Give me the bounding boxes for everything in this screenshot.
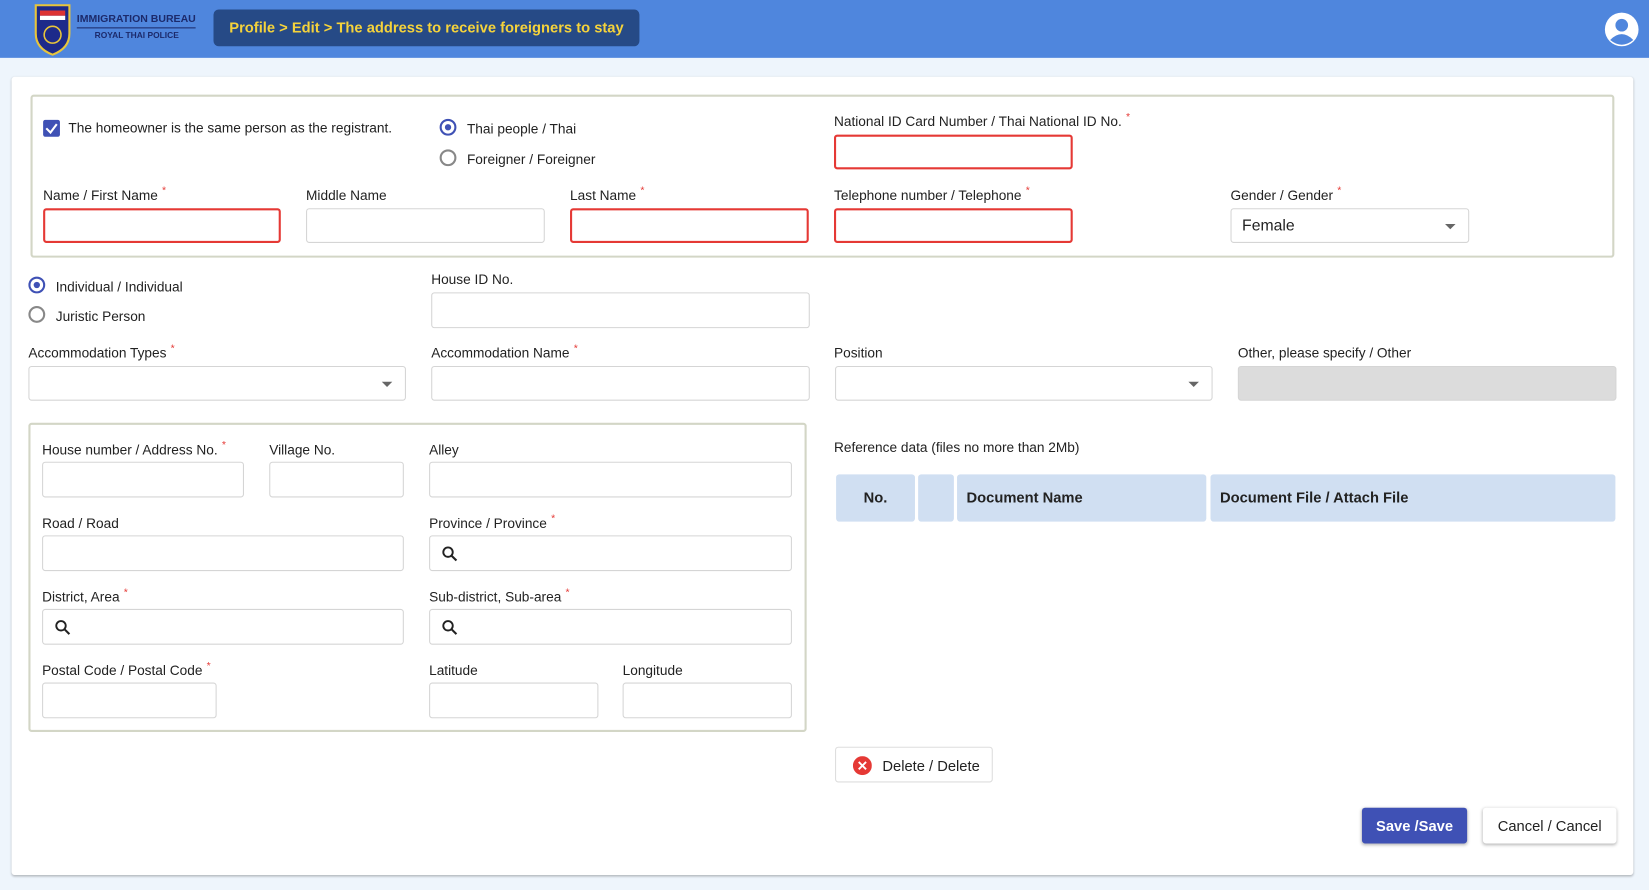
position-select[interactable] <box>835 365 1213 401</box>
postal-code-label: Postal Code / Postal Code <box>42 663 206 679</box>
national-id-input[interactable] <box>833 134 1073 170</box>
last-name-label: Last Name <box>570 187 640 203</box>
telephone-label: Telephone number / Telephone <box>834 187 1026 203</box>
radio-individual[interactable] <box>28 276 46 294</box>
column-header-document-file: Document File / Attach File <box>1210 474 1616 522</box>
house-number-label: House number / Address No. <box>42 442 222 458</box>
telephone-input[interactable] <box>833 208 1073 243</box>
latitude-label: Latitude <box>429 662 478 679</box>
subdistrict-label: Sub-district, Sub-area <box>429 589 565 605</box>
accommodation-types-label: Accommodation Types <box>28 345 170 361</box>
radio-foreigner-label: Foreigner / Foreigner <box>466 151 596 168</box>
district-label: District, Area <box>42 589 124 605</box>
chevron-down-icon <box>1445 224 1456 230</box>
column-header-document-name: Document Name <box>957 474 1207 522</box>
last-name-input[interactable] <box>570 208 809 243</box>
road-input[interactable] <box>42 535 404 572</box>
delete-label: Delete / Delete <box>882 757 980 775</box>
radio-individual-label: Individual / Individual <box>55 278 183 295</box>
search-icon <box>55 620 71 635</box>
subdistrict-input[interactable] <box>429 608 792 645</box>
close-circle-icon <box>852 756 872 776</box>
first-name-input[interactable] <box>43 208 281 243</box>
latitude-input[interactable] <box>429 682 599 719</box>
radio-foreigner[interactable] <box>439 149 457 167</box>
accommodation-types-select[interactable] <box>28 365 406 401</box>
brand-title: IMMIGRATION BUREAU <box>76 14 196 29</box>
accommodation-name-label: Accommodation Name <box>431 345 573 361</box>
gender-label: Gender / Gender <box>1230 187 1337 203</box>
house-number-input[interactable] <box>42 461 244 498</box>
radio-thai-label: Thai people / Thai <box>466 120 577 137</box>
column-header-blank <box>918 474 954 522</box>
road-label: Road / Road <box>42 515 119 532</box>
save-button[interactable]: Save /Save <box>1361 807 1468 844</box>
column-header-no: No. <box>836 474 915 522</box>
middle-name-input[interactable] <box>306 208 545 243</box>
radio-juristic-label: Juristic Person <box>55 308 146 324</box>
gender-select[interactable]: Female <box>1230 208 1470 243</box>
reference-label: Reference data (files no more than 2Mb) <box>833 439 1080 456</box>
province-label: Province / Province <box>429 515 551 531</box>
brand-subtitle: ROYAL THAI POLICE <box>94 30 179 40</box>
national-id-label: National ID Card Number / Thai National … <box>834 114 1126 130</box>
chevron-down-icon <box>1188 381 1199 388</box>
middle-name-label: Middle Name <box>306 187 387 203</box>
gender-value: Female <box>1242 216 1295 235</box>
search-icon <box>442 546 458 562</box>
search-icon <box>442 620 458 635</box>
province-input[interactable] <box>429 535 792 572</box>
radio-juristic[interactable] <box>28 306 46 323</box>
breadcrumb: Profile > Edit > The address to receive … <box>213 9 640 47</box>
village-input[interactable] <box>269 461 404 498</box>
delete-button[interactable]: Delete / Delete <box>835 746 993 783</box>
position-label: Position <box>833 344 883 361</box>
village-label: Village No. <box>269 441 336 458</box>
cancel-button[interactable]: Cancel / Cancel <box>1482 807 1617 844</box>
longitude-input[interactable] <box>622 682 792 719</box>
postal-code-input[interactable] <box>42 682 217 719</box>
same-person-checkbox[interactable] <box>43 119 60 137</box>
police-logo <box>34 4 71 56</box>
house-id-input[interactable] <box>431 292 810 329</box>
chevron-down-icon <box>381 381 393 388</box>
longitude-label: Longitude <box>622 662 683 679</box>
same-person-label: The homeowner is the same person as the … <box>68 119 393 136</box>
alley-label: Alley <box>429 441 459 458</box>
first-name-label: Name / First Name <box>43 187 162 203</box>
radio-thai[interactable] <box>439 118 457 136</box>
other-label: Other, please specify / Other <box>1237 344 1412 361</box>
alley-input[interactable] <box>429 461 792 498</box>
user-avatar-icon[interactable] <box>1604 12 1640 48</box>
accommodation-name-input[interactable] <box>431 365 810 401</box>
house-id-label: House ID No. <box>431 271 514 288</box>
other-input <box>1237 365 1617 401</box>
district-input[interactable] <box>42 608 404 645</box>
